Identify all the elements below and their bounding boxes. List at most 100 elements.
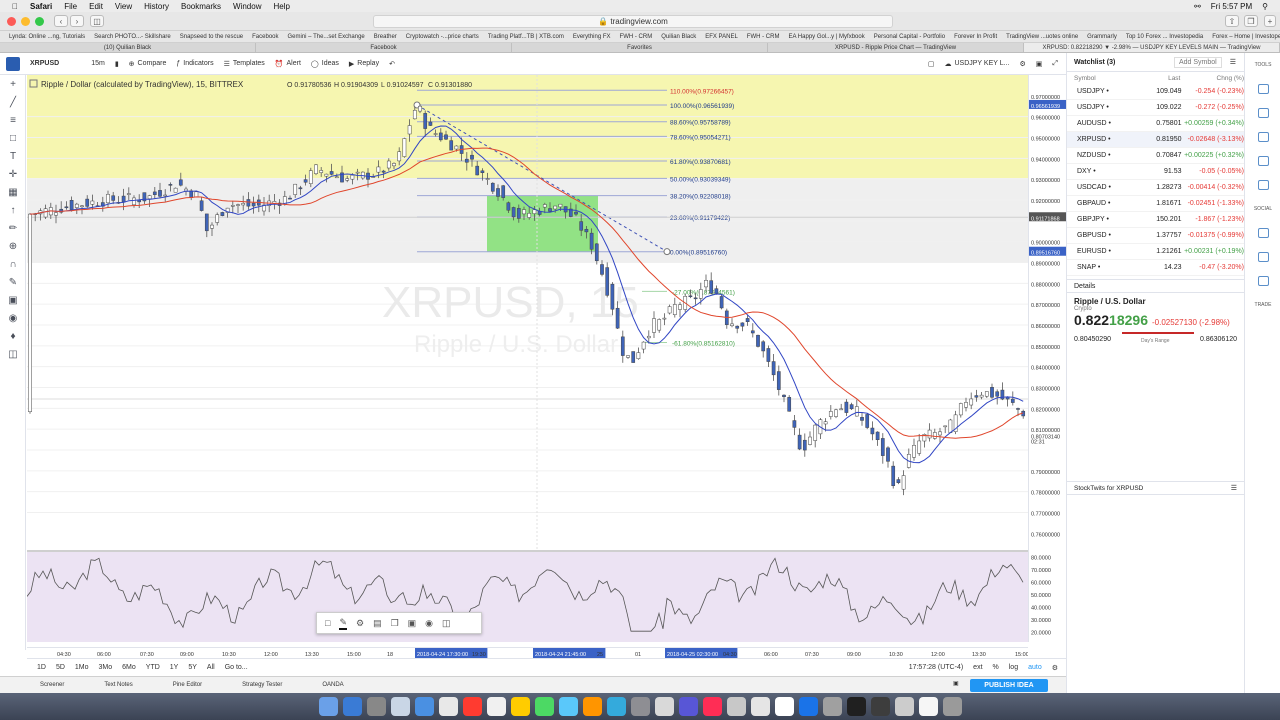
- publish-idea-button[interactable]: PUBLISH IDEA: [970, 679, 1048, 692]
- range-3mo[interactable]: 3Mo: [99, 664, 113, 671]
- watchlist-row[interactable]: NZDUSD • 0.70847 +0.00225 (+0.32%): [1067, 148, 1244, 164]
- watchlist-row[interactable]: SNAP • 14.23 -0.47 (-3.20%): [1067, 260, 1244, 276]
- menu-bookmarks[interactable]: Bookmarks: [181, 2, 221, 11]
- sidebar-toggle-button[interactable]: ◫: [90, 15, 104, 27]
- visibility-eye-icon[interactable]: ◉: [425, 618, 433, 629]
- tab-text-notes[interactable]: Text Notes: [104, 682, 132, 688]
- camera-icon[interactable]: ▣: [1036, 60, 1043, 68]
- dock-app-icon[interactable]: [822, 697, 842, 716]
- dock-app-icon[interactable]: [606, 697, 626, 716]
- dock-app-icon[interactable]: [318, 697, 338, 716]
- settings-gear-icon[interactable]: ⚙: [356, 618, 364, 629]
- watchlist-row[interactable]: USDCAD • 1.28273 -0.00414 (-0.32%): [1067, 180, 1244, 196]
- search-icon[interactable]: ⚲: [1262, 2, 1268, 11]
- browser-tab[interactable]: (10) Quilian Black: [0, 43, 256, 52]
- dock-app-icon[interactable]: [630, 697, 650, 716]
- share-button[interactable]: ⇧: [1225, 15, 1239, 27]
- watchlist-title[interactable]: Watchlist (3): [1074, 59, 1115, 66]
- bookmark-item[interactable]: TradingView ...uotes online: [1006, 34, 1078, 40]
- bookmark-item[interactable]: Facebook: [252, 34, 278, 40]
- percent-toggle[interactable]: %: [993, 664, 999, 671]
- bookmark-item[interactable]: EA Happy Gol...y | Myfxbook: [788, 34, 864, 40]
- new-tab-button[interactable]: +: [1264, 15, 1276, 27]
- bookmark-item[interactable]: Quilian Black: [661, 34, 696, 40]
- widget-button[interactable]: [1245, 101, 1280, 125]
- watchlist-row[interactable]: XRPUSD • 0.81950 -0.02648 (-3.13%): [1067, 132, 1244, 148]
- bookmark-item[interactable]: Personal Capital - Portfolio: [874, 34, 945, 40]
- timezone-clock[interactable]: 17:57:28 (UTC-4): [909, 664, 963, 671]
- dock-app-icon[interactable]: [726, 697, 746, 716]
- range-5y[interactable]: 5Y: [188, 664, 197, 671]
- menu-window[interactable]: Window: [233, 2, 261, 11]
- menu-view[interactable]: View: [115, 2, 132, 11]
- browser-tab[interactable]: Favorites: [512, 43, 768, 52]
- col-last[interactable]: Last: [1137, 75, 1180, 82]
- dock-app-icon[interactable]: [942, 697, 962, 716]
- time-axis[interactable]: 04:30 06:00 07:30 09:00 10:30 12:00 13:30 15:00…: [27, 647, 1029, 658]
- widget-button[interactable]: [1245, 221, 1280, 245]
- apple-icon[interactable]: : [12, 2, 18, 11]
- dock-app-icon[interactable]: [366, 697, 386, 716]
- log-toggle[interactable]: log: [1009, 664, 1018, 671]
- alert-button[interactable]: ⏰ Alert: [275, 60, 301, 68]
- dock-app-icon[interactable]: [582, 697, 602, 716]
- pattern-icon[interactable]: ✛: [0, 165, 26, 183]
- range-6mo[interactable]: 6Mo: [122, 664, 136, 671]
- fullscreen-icon[interactable]: ⤢: [1052, 60, 1058, 68]
- indicators-button[interactable]: ƒ Indicators: [176, 60, 213, 67]
- col-symbol[interactable]: Symbol: [1074, 75, 1137, 82]
- watchlist-row[interactable]: EURUSD • 1.21261 +0.00231 (+0.19%): [1067, 244, 1244, 260]
- widget-button[interactable]: SOCIAL: [1245, 197, 1280, 221]
- dock-app-icon[interactable]: [918, 697, 938, 716]
- dock-app-icon[interactable]: [654, 697, 674, 716]
- clone-icon[interactable]: ❐: [391, 618, 399, 629]
- visual-order-icon[interactable]: ▤: [373, 618, 382, 629]
- bookmark-item[interactable]: EFX PANEL: [705, 34, 738, 40]
- drawing-handle[interactable]: [663, 248, 671, 256]
- text-tool-icon[interactable]: T: [0, 147, 26, 165]
- widget-button[interactable]: [1245, 125, 1280, 149]
- avatar[interactable]: [6, 56, 20, 71]
- dock-app-icon[interactable]: [510, 697, 530, 716]
- add-symbol-input[interactable]: Add Symbol: [1173, 56, 1222, 68]
- dock-app-icon[interactable]: [342, 697, 362, 716]
- bookmark-item[interactable]: Forex – Home | Investopedia: [1212, 34, 1280, 40]
- watchlist-row[interactable]: GBPUSD • 1.37757 -0.01375 (-0.99%): [1067, 228, 1244, 244]
- watchlist-row[interactable]: USDJPY • 109.049 -0.254 (-0.23%): [1067, 84, 1244, 100]
- magnet-icon[interactable]: ∩: [0, 255, 26, 273]
- trash-icon[interactable]: ◫: [0, 345, 26, 363]
- oscillator-axis[interactable]: 80.0000 70.0000 60.0000 50.0000 40.0000 30.00…: [1028, 550, 1066, 642]
- stay-in-drawing-icon[interactable]: ✎: [0, 273, 26, 291]
- trash-icon[interactable]: ◫: [442, 618, 451, 629]
- goto-date-button[interactable]: Go to...: [225, 664, 248, 671]
- tabs-overview-button[interactable]: ❐: [1244, 15, 1258, 27]
- dock-app-icon[interactable]: [894, 697, 914, 716]
- tab-oanda[interactable]: OANDA: [322, 682, 343, 688]
- symbol-search[interactable]: XRPUSD: [30, 60, 59, 67]
- menu-history[interactable]: History: [144, 2, 169, 11]
- undo-icon[interactable]: ↶: [389, 60, 395, 68]
- widget-button[interactable]: [1245, 149, 1280, 173]
- dock-app-icon[interactable]: [798, 697, 818, 716]
- layout-toggle-icon[interactable]: ▢: [928, 60, 935, 68]
- bookmark-item[interactable]: Top 10 Forex ... Investopedia: [1126, 34, 1203, 40]
- template-icon[interactable]: □: [325, 618, 330, 628]
- range-all[interactable]: All: [207, 664, 215, 671]
- dock-app-icon[interactable]: [678, 697, 698, 716]
- bookmark-item[interactable]: FWH - CRM: [747, 34, 780, 40]
- range-1mo[interactable]: 1Mo: [75, 664, 89, 671]
- col-change[interactable]: Chng (%): [1180, 75, 1244, 82]
- menu-app[interactable]: Safari: [30, 2, 52, 11]
- settings-gear-icon[interactable]: ⚙: [1019, 60, 1025, 68]
- dock-app-icon[interactable]: [870, 697, 890, 716]
- pitchfork-icon[interactable]: ≡: [0, 111, 26, 129]
- range-ytd[interactable]: YTD: [146, 664, 160, 671]
- arrow-icon[interactable]: ↑: [0, 201, 26, 219]
- range-5d[interactable]: 5D: [56, 664, 65, 671]
- dock-app-icon[interactable]: [390, 697, 410, 716]
- price-axis[interactable]: 0.97000000 0.96561939 0.96000000 0.95000000…: [1028, 75, 1067, 550]
- watchlist-row[interactable]: AUDUSD • 0.75801 +0.00259 (+0.34%): [1067, 116, 1244, 132]
- bookmark-item[interactable]: Forever In Profit: [954, 34, 997, 40]
- close-window-button[interactable]: [7, 16, 16, 26]
- bookmark-item[interactable]: Search PHOTO...- Skillshare: [94, 34, 171, 40]
